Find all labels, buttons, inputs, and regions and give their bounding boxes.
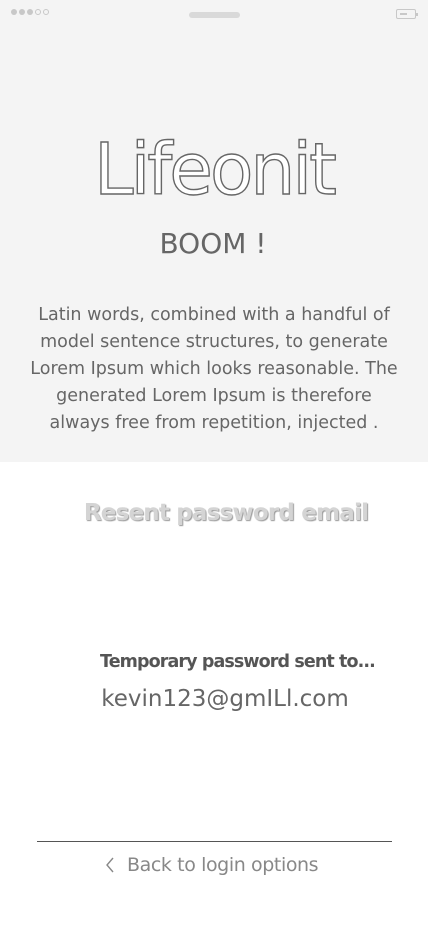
chevron-left-icon — [106, 857, 114, 873]
tagline: BOOM ! — [159, 227, 267, 260]
back-to-login-label: Back to login options — [127, 854, 319, 876]
battery-icon — [396, 9, 418, 19]
page-title: Resent password email — [83, 500, 369, 526]
hero-description: Latin words, combined with a handful of … — [30, 305, 398, 433]
divider — [37, 841, 392, 842]
app-logo: Lifeonit — [93, 127, 337, 211]
signal-strength-icon — [11, 9, 49, 15]
temporary-password-label: Temporary password sent to... — [100, 652, 376, 672]
status-bar — [0, 0, 428, 30]
email-address: kevin123@gmILl.com — [101, 686, 349, 712]
back-to-login-button[interactable]: Back to login options — [104, 851, 319, 879]
notch-indicator — [189, 12, 240, 18]
